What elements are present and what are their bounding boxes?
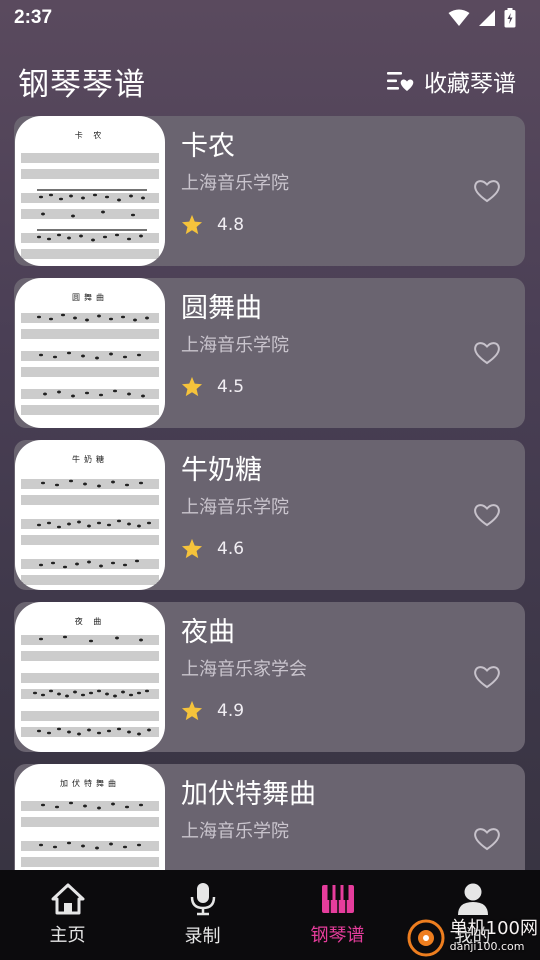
piano-icon — [321, 885, 354, 913]
favorite-heart-icon[interactable] — [471, 174, 503, 206]
wifi-icon — [448, 9, 470, 26]
star-icon — [181, 376, 203, 397]
song-rating: 4.8 — [181, 214, 525, 235]
rating-value: 4.6 — [217, 538, 245, 559]
status-icons — [448, 8, 516, 28]
sheet-staves — [21, 313, 159, 415]
sheet-thumbnail: 圆舞曲 — [15, 278, 165, 428]
sheet-staves — [21, 153, 159, 259]
user-icon — [457, 883, 488, 915]
microphone-icon — [190, 883, 215, 916]
header: 钢琴琴谱 收藏琴谱 — [18, 58, 516, 104]
favorites-button[interactable]: 收藏琴谱 — [386, 64, 516, 98]
song-rating: 4.6 — [181, 538, 525, 559]
watermark-main: 单机100网 — [449, 918, 538, 939]
nav-home[interactable]: 主页 — [0, 883, 135, 947]
nav-piano-sheets[interactable]: 钢琴谱 — [270, 883, 405, 947]
page-title: 钢琴琴谱 — [18, 66, 146, 103]
watermark-logo-icon — [407, 919, 445, 957]
star-icon — [181, 214, 203, 235]
favorite-heart-icon[interactable] — [471, 498, 503, 530]
song-info: 夜曲 上海音乐家学会 4.9 — [165, 602, 525, 752]
song-title: 卡农 — [181, 131, 235, 162]
song-card[interactable]: 卡 农 卡农 上海音乐学院 4.8 — [14, 116, 525, 266]
song-title: 夜曲 — [181, 617, 235, 648]
song-card[interactable]: 夜 曲 夜曲 上海音乐家学会 4.9 — [14, 602, 525, 752]
rating-value: 4.9 — [217, 700, 245, 721]
nav-piano-sheets-label: 钢琴谱 — [310, 925, 365, 946]
sheet-thumbnail: 牛奶糖 — [15, 440, 165, 590]
favorites-list-icon — [387, 72, 414, 91]
favorite-heart-icon[interactable] — [471, 822, 503, 854]
song-title: 加伏特舞曲 — [181, 779, 316, 810]
watermark-sub: danji100.com — [449, 940, 525, 953]
song-info: 卡农 上海音乐学院 4.8 — [165, 116, 525, 266]
sheet-thumbnail: 卡 农 — [15, 116, 165, 266]
song-rating: 4.5 — [181, 376, 525, 397]
watermark: 单机100网 danji100.com — [406, 918, 538, 958]
nav-record-label: 录制 — [184, 926, 221, 947]
song-info: 圆舞曲 上海音乐学院 4.5 — [165, 278, 525, 428]
song-info: 牛奶糖 上海音乐学院 4.6 — [165, 440, 525, 590]
favorite-heart-icon[interactable] — [471, 660, 503, 692]
status-time: 2:37 — [14, 7, 53, 28]
song-title: 圆舞曲 — [181, 293, 262, 324]
song-card[interactable]: 圆舞曲 圆舞曲 上海音乐学院 4.5 — [14, 278, 525, 428]
battery-icon — [504, 8, 516, 28]
rating-value: 4.8 — [217, 214, 245, 235]
signal-icon — [479, 10, 495, 26]
sheet-staves — [21, 635, 159, 737]
star-icon — [181, 538, 203, 559]
bottom-nav: 主页 录制 钢琴谱 我的 单机100网 danji100.com — [0, 870, 540, 960]
nav-record[interactable]: 录制 — [135, 882, 270, 948]
status-bar: 2:37 — [0, 0, 540, 36]
song-list: 卡 农 卡农 上海音乐学院 4.8 圆舞曲 圆舞曲 上海音乐学院 4.5 牛奶糖… — [14, 116, 525, 926]
nav-home-label: 主页 — [49, 925, 86, 946]
favorites-label: 收藏琴谱 — [424, 71, 516, 97]
sheet-title: 加伏特舞曲 — [60, 779, 120, 788]
rating-value: 4.5 — [217, 376, 245, 397]
song-card[interactable]: 牛奶糖 牛奶糖 上海音乐学院 4.6 — [14, 440, 525, 590]
sheet-thumbnail: 夜 曲 — [15, 602, 165, 752]
sheet-title: 圆舞曲 — [72, 293, 108, 302]
sheet-title: 卡 农 — [74, 131, 106, 140]
sheet-title: 夜 曲 — [74, 617, 106, 626]
home-icon — [51, 883, 84, 915]
song-rating: 4.9 — [181, 700, 525, 721]
song-title: 牛奶糖 — [181, 455, 262, 486]
sheet-title: 牛奶糖 — [72, 455, 108, 464]
sheet-staves — [21, 479, 159, 585]
favorite-heart-icon[interactable] — [471, 336, 503, 368]
star-icon — [181, 700, 203, 721]
